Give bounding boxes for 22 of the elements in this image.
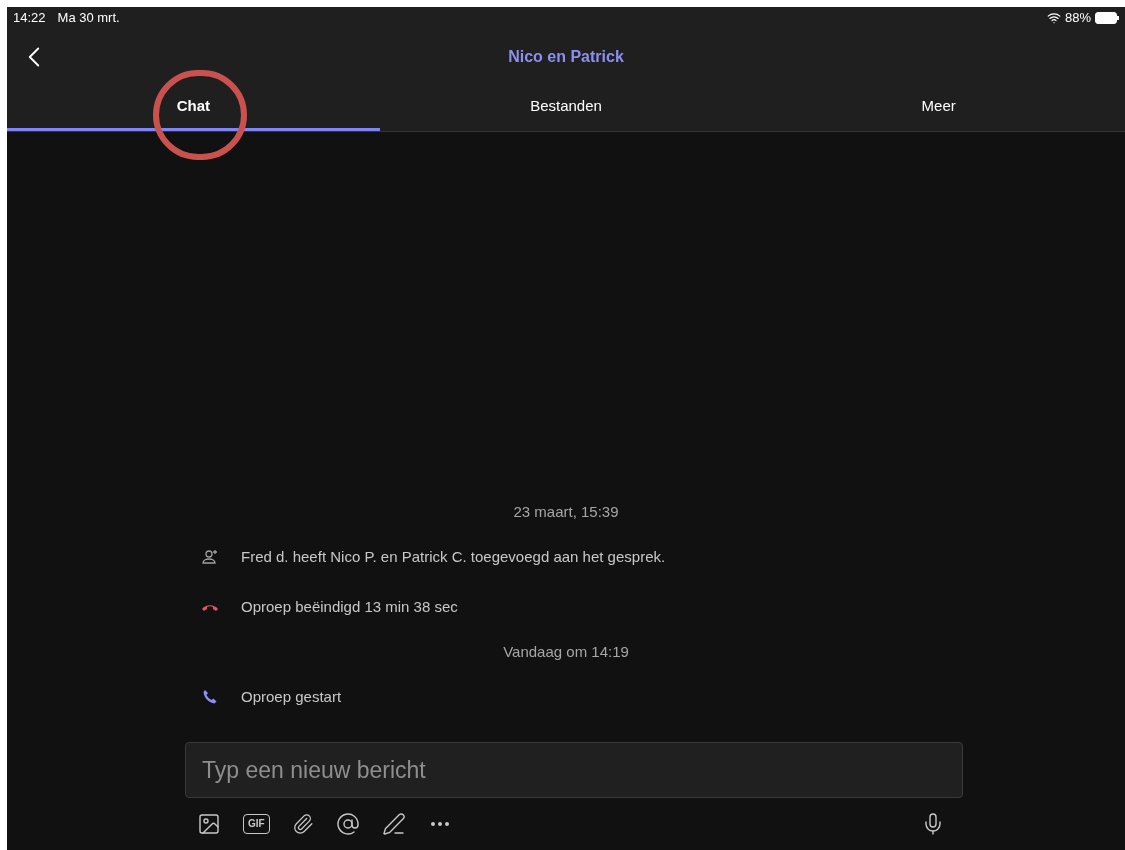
wifi-icon xyxy=(1046,11,1061,25)
add-person-icon xyxy=(201,548,219,566)
message-field[interactable]: Typ een nieuw bericht xyxy=(185,742,963,798)
chat-title: Nico en Patrick xyxy=(508,47,624,67)
phone-icon xyxy=(202,689,218,705)
event-message: Fred d. heeft Nico P. en Patrick C. toegevoegd aan het gesprek. xyxy=(241,546,666,567)
battery-percent: 88% xyxy=(1064,9,1091,28)
event-message: Oproep beëindigd 13 min 38 sec xyxy=(241,596,458,617)
tab[interactable]: Bestanden xyxy=(379,85,753,131)
paperclip-icon[interactable] xyxy=(291,813,314,835)
at-sign-icon[interactable] xyxy=(335,812,360,836)
tab[interactable]: Meer xyxy=(752,85,1125,131)
hang-up-icon xyxy=(201,602,219,612)
image-icon[interactable] xyxy=(197,812,221,836)
battery-icon xyxy=(1095,12,1119,24)
tab[interactable]: Chat xyxy=(7,85,380,131)
status-time: 14:22 xyxy=(13,9,46,28)
status-date: Ma 30 mrt. xyxy=(57,9,120,28)
gif-button[interactable]: GIF xyxy=(243,814,270,834)
date-separator: Vandaag om 14:19 xyxy=(503,641,629,662)
date-separator: 23 maart, 15:39 xyxy=(513,501,619,522)
event-message: Oproep gestart xyxy=(241,686,342,707)
